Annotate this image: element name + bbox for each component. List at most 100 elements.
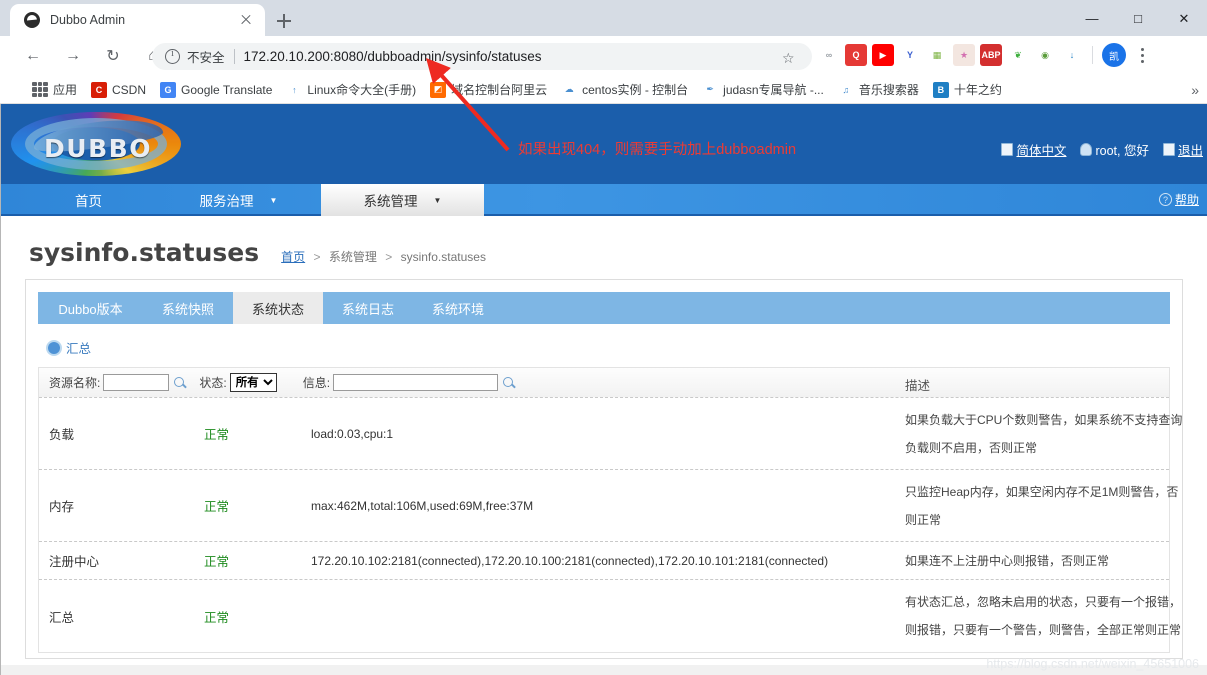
description-line: 负载则不启用，否则正常 xyxy=(905,440,1038,455)
bookmark-2[interactable]: G Google Translate xyxy=(160,81,272,98)
minimize-button[interactable]: — xyxy=(1069,0,1115,36)
bookmark-star-icon[interactable]: ★ xyxy=(953,44,975,66)
summary-link[interactable]: 汇总 xyxy=(66,338,91,357)
tab-title: Dubbo Admin xyxy=(50,13,126,27)
close-icon[interactable] xyxy=(235,9,257,31)
tab-1[interactable]: 系统快照 xyxy=(143,292,233,324)
bookmark-6[interactable]: ✒ judasn专属导航 -... xyxy=(702,81,824,98)
table-body: 负载 正常 load:0.03,cpu:1 如果负载大于CPU个数则警告，如果系统不支… xyxy=(39,398,1182,652)
info-circle-icon[interactable] xyxy=(165,48,180,64)
table-row: 汇总 正常 有状态汇总，忽略未启用的状态，只要有一个报错， 则报错，只要有一个警告，则… xyxy=(39,580,1181,652)
idm-icon[interactable]: ↓ xyxy=(1061,44,1083,66)
maximize-button[interactable]: □ xyxy=(1115,0,1161,36)
red-annotation-text: 如果出现404，则需要手动加上dubboadmin xyxy=(518,142,797,158)
info-label: 信息: xyxy=(302,376,331,390)
status-select[interactable]: 所有 xyxy=(229,373,277,392)
bookmark-1[interactable]: C CSDN xyxy=(91,81,146,98)
row-status: 正常 xyxy=(204,428,230,442)
minimize-icon: — xyxy=(1085,10,1099,26)
url-text: 172.20.10.200:8080/dubboadmin/sysinfo/st… xyxy=(243,49,542,64)
omnibox-divider xyxy=(233,49,235,64)
resource-label: 资源名称: xyxy=(49,376,101,390)
profile-avatar[interactable]: 凯 xyxy=(1102,43,1126,67)
table-row: 负载 正常 load:0.03,cpu:1 如果负载大于CPU个数则警告，如果系统不支… xyxy=(39,398,1182,470)
row-description: 如果连不上注册中心则报错，否则正常 xyxy=(905,547,1205,575)
dubbo-favicon xyxy=(24,12,40,28)
adblock-icon[interactable]: ABP xyxy=(980,44,1002,66)
row-resource-name: 汇总 xyxy=(49,610,75,625)
language-label: 简体中文 xyxy=(1016,144,1067,158)
bookmark-label: 应用 xyxy=(53,83,78,97)
chain-icon[interactable]: ∞ xyxy=(818,44,840,66)
bookmark-3[interactable]: ↑ Linux命令大全(手册) xyxy=(286,81,416,98)
info-input[interactable] xyxy=(333,374,499,391)
tab-2[interactable]: 系统状态 xyxy=(233,292,323,324)
language-link[interactable]: 简体中文 xyxy=(1001,140,1066,159)
breadcrumb-home[interactable]: 首页 xyxy=(281,250,305,264)
yandex-icon[interactable]: Y xyxy=(899,44,921,66)
breadcrumb-sep-1: > xyxy=(313,250,321,264)
tampermonkey-icon[interactable]: ◉ xyxy=(1034,44,1056,66)
cloud-icon: ☁ xyxy=(561,81,578,98)
forward-button[interactable]: → xyxy=(56,39,90,73)
nav-item-label: 首页 xyxy=(75,194,102,209)
bookmarks-bar: 应用 C CSDN G Google Translate ↑ Linux命令大全(手册) ◩ 域… xyxy=(0,76,1207,104)
bookmark-5[interactable]: ☁ centos实例 - 控制台 xyxy=(561,81,688,98)
csdn-icon: C xyxy=(91,81,108,98)
help-link-container: ? 帮助 xyxy=(1158,191,1199,208)
browser-tab[interactable]: Dubbo Admin xyxy=(10,4,265,36)
close-window-button[interactable]: ✕ xyxy=(1161,0,1207,36)
bookmark-4[interactable]: ◩ 域名控制台阿里云 xyxy=(430,81,547,98)
bookmark-label: Linux命令大全(手册) xyxy=(307,83,417,97)
chevron-down-icon: ▼ xyxy=(269,195,278,205)
bookmark-label: 域名控制台阿里云 xyxy=(451,83,548,97)
tab-4[interactable]: 系统环境 xyxy=(413,292,503,324)
extension-icons: ∞ Q ▶ Y ▦ ★ ABP ❦ ◉ ↓ 凯 xyxy=(818,43,1153,67)
row-status: 正常 xyxy=(204,610,230,625)
watermark: https://blog.csdn.net/weixin_45651006 xyxy=(986,657,1199,671)
filter-row: 资源名称: 状态: 所有 信息: xyxy=(49,373,528,392)
toolbar-divider xyxy=(1092,46,1093,64)
tab-3[interactable]: 系统日志 xyxy=(323,292,413,324)
main-nav: 系统管理 ▼ 服务治理 ▼ 首页 ? 帮助 xyxy=(1,184,1207,216)
bookmark-0[interactable]: 应用 xyxy=(14,81,77,98)
info-search-icon[interactable] xyxy=(502,376,516,390)
reload-button[interactable]: ↻ xyxy=(96,39,130,73)
page-title: sysinfo.statuses xyxy=(29,238,260,267)
tab-0[interactable]: Dubbo版本 xyxy=(38,292,143,324)
nav-item-0[interactable]: 首页 xyxy=(21,184,156,216)
resource-search-icon[interactable] xyxy=(173,376,187,390)
status-table: 资源名称: 状态: 所有 信息: 描述 负载 正常 load:0.03,cpu:… xyxy=(38,367,1182,653)
resource-input[interactable] xyxy=(103,374,170,391)
grid-green-icon[interactable]: ▦ xyxy=(926,44,948,66)
nav-item-2[interactable]: 系统管理 ▼ xyxy=(321,184,484,216)
music-icon: ♫ xyxy=(837,81,854,98)
bookmark-7[interactable]: ♫ 音乐搜索器 xyxy=(837,81,919,98)
evernote-icon[interactable]: ❦ xyxy=(1007,44,1029,66)
document-icon xyxy=(1001,143,1014,156)
breadcrumb: 首页 > 系统管理 > sysinfo.statuses xyxy=(281,248,486,265)
question-icon: ? xyxy=(1158,193,1172,206)
address-bar[interactable]: 不安全 172.20.10.200:8080/dubboadmin/sysinf… xyxy=(152,43,812,70)
description-line: 只监控Heap内存，如果空闲内存不足1M则警告，否 xyxy=(905,484,1179,499)
chrome-menu-icon[interactable] xyxy=(1131,44,1153,66)
row-description: 如果负载大于CPU个数则警告，如果系统不支持查询 负载则不启用，否则正常 xyxy=(905,406,1205,462)
status-label: 状态: xyxy=(199,376,227,390)
youtube-icon[interactable]: ▶ xyxy=(872,44,894,66)
back-button[interactable]: ← xyxy=(16,39,50,73)
bookmarks-overflow-button[interactable]: » xyxy=(1191,82,1199,98)
user-greeting-label: root, 您好 xyxy=(1095,144,1149,158)
bookmark-label: centos实例 - 控制台 xyxy=(582,83,689,97)
page-body: sysinfo.statuses 首页 > 系统管理 > sysinfo.sta… xyxy=(1,216,1207,675)
qq-icon[interactable]: Q xyxy=(845,44,867,66)
back-icon: ← xyxy=(25,47,41,64)
logout-link[interactable]: 退出 xyxy=(1162,140,1203,159)
help-link[interactable]: 帮助 xyxy=(1175,191,1199,208)
nav-item-1[interactable]: 服务治理 ▼ xyxy=(156,184,321,216)
maximize-icon: □ xyxy=(1134,10,1142,26)
blog-icon: B xyxy=(932,81,949,98)
bookmark-8[interactable]: B 十年之约 xyxy=(932,81,1002,98)
bookmark-star-icon[interactable]: ☆ xyxy=(782,50,795,67)
new-tab-button[interactable] xyxy=(272,9,296,33)
row-resource-name: 负载 xyxy=(49,428,75,442)
